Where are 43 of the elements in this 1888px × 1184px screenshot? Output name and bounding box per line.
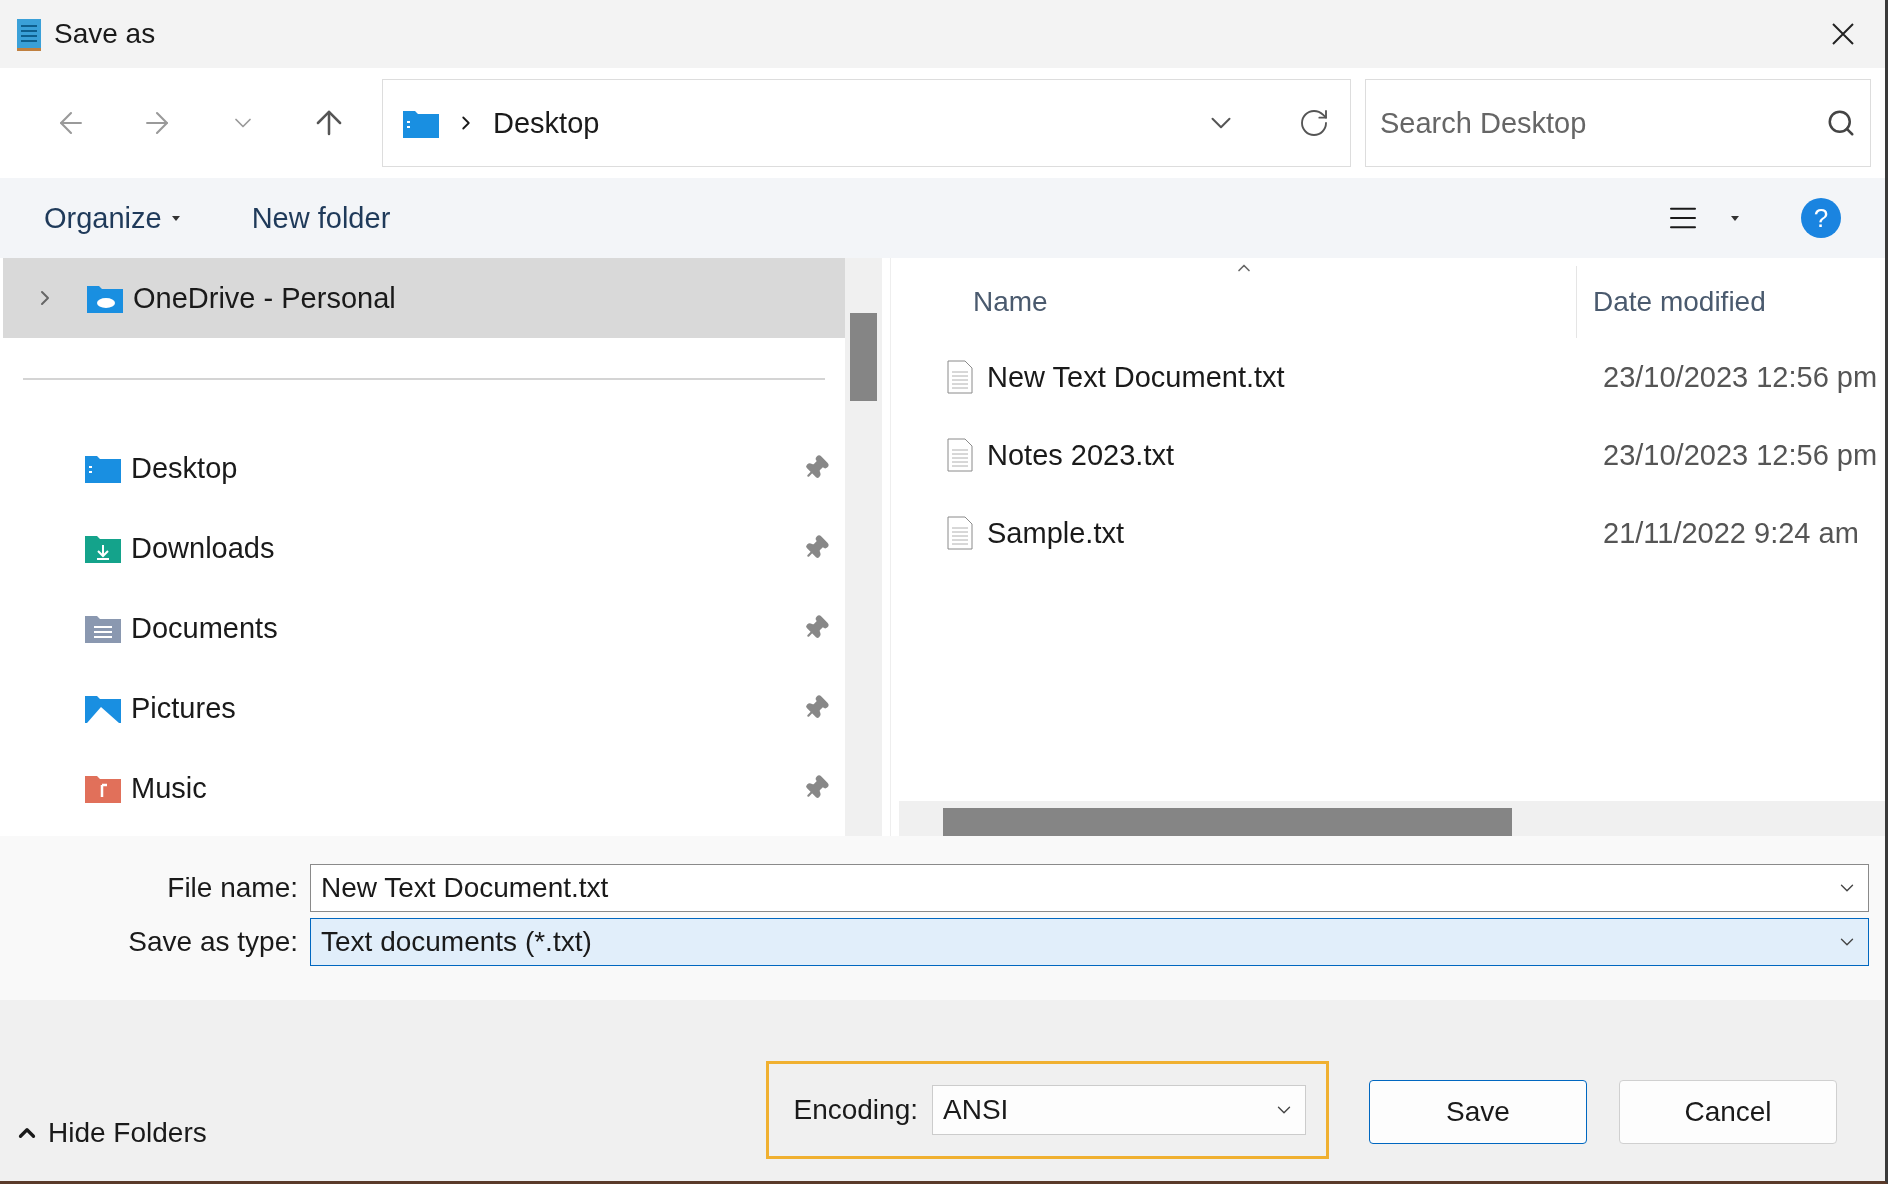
nav-pane-item[interactable]: Documents bbox=[3, 588, 845, 668]
combo-box[interactable]: New Text Document.txt bbox=[310, 864, 1869, 912]
file-name[interactable]: New Text Document.txt bbox=[973, 360, 1603, 394]
vertical-scrollbar[interactable] bbox=[845, 258, 882, 836]
new-folder-button[interactable]: New folder bbox=[251, 201, 391, 235]
date-modified: 21/11/2022 9:24 am bbox=[1603, 516, 1859, 550]
caret-icon[interactable] bbox=[1731, 215, 1739, 221]
dialog-button[interactable]: Cancel bbox=[1619, 1080, 1837, 1144]
notepad-icon bbox=[16, 16, 42, 52]
dialog-button[interactable]: Save bbox=[1369, 1080, 1587, 1144]
text-file-icon bbox=[947, 438, 973, 472]
search-field[interactable]: Search Desktop bbox=[1365, 79, 1871, 167]
address-bar[interactable]: Desktop bbox=[382, 79, 1351, 167]
column-header[interactable]: Name bbox=[891, 266, 1577, 338]
nav-pane-item[interactable]: Music bbox=[3, 748, 845, 828]
caret-icon bbox=[171, 215, 180, 221]
search-icon bbox=[1826, 108, 1856, 138]
date-modified: 23/10/2023 12:56 pm bbox=[1603, 360, 1878, 394]
text-file-icon bbox=[947, 360, 973, 394]
date-modified: 23/10/2023 12:56 pm bbox=[1603, 438, 1878, 472]
combo-box[interactable]: Text documents (*.txt) bbox=[310, 918, 1869, 966]
window-title: Save as bbox=[54, 18, 156, 50]
nav-pane-item[interactable]: Desktop bbox=[3, 428, 845, 508]
help-button[interactable]: ? bbox=[1801, 198, 1841, 238]
breadcrumb-location[interactable]: Desktop bbox=[493, 106, 600, 140]
organize-menu[interactable]: Organize bbox=[44, 201, 180, 235]
file-name[interactable]: Sample.txt bbox=[973, 516, 1603, 550]
horizontal-scrollbar[interactable] bbox=[899, 801, 1885, 836]
nav-pane-item[interactable]: OneDrive - Personal bbox=[3, 258, 845, 338]
nav-pane-item[interactable]: Downloads bbox=[3, 508, 845, 588]
encoding-label: Encoding: bbox=[793, 1094, 918, 1126]
folder-icon bbox=[85, 533, 121, 563]
hide-folders-button[interactable]: Hide Folders bbox=[14, 1117, 207, 1149]
file-name[interactable]: Notes 2023.txt bbox=[973, 438, 1603, 472]
column-header[interactable]: Date modified bbox=[1577, 266, 1766, 338]
nav-pane-item[interactable]: Pictures bbox=[3, 668, 845, 748]
encoding-dropdown[interactable]: ANSI bbox=[932, 1085, 1306, 1135]
refresh-icon[interactable] bbox=[1298, 107, 1330, 139]
field-label: File name: bbox=[166, 872, 298, 904]
folder-icon bbox=[85, 693, 121, 723]
text-file-icon bbox=[947, 516, 973, 550]
close-icon[interactable] bbox=[1831, 22, 1855, 46]
field-label: Save as type: bbox=[127, 926, 298, 958]
